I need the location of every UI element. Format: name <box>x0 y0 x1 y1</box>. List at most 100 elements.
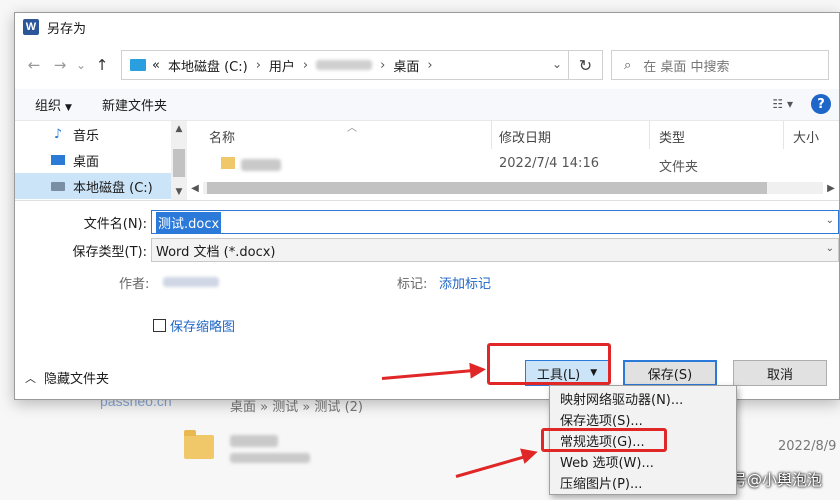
hide-folders-label: 隐藏文件夹 <box>44 372 110 387</box>
breadcrumb-separator-icon: › <box>427 57 433 73</box>
forward-arrow-icon[interactable]: → <box>47 52 73 78</box>
add-tags-link[interactable]: 添加标记 <box>439 273 491 292</box>
blurred-filename <box>241 159 281 171</box>
search-placeholder: 在 桌面 中搜索 <box>643 59 730 75</box>
row-type: 文件夹 <box>659 160 699 175</box>
column-divider <box>783 121 784 149</box>
annotation-arrow-icon <box>469 361 487 379</box>
save-thumbnail-label[interactable]: 保存缩略图 <box>170 316 235 335</box>
breadcrumb-separator-icon: › <box>255 57 261 73</box>
folder-icon <box>184 430 214 459</box>
background-date: 2022/8/9 <box>778 439 837 454</box>
dialog-title: 另存为 <box>47 21 87 37</box>
address-bar[interactable]: « 本地磁盘 (C:) › 用户 › › 桌面 › ⌄ <box>121 50 569 80</box>
scroll-down-icon[interactable]: ▼ <box>171 184 187 200</box>
menu-item-save-options[interactable]: 保存选项(S)... <box>550 409 736 430</box>
scroll-thumb[interactable] <box>207 182 767 194</box>
filetype-row: 保存类型(T): Word 文档 (*.docx) ⌄ <box>15 238 839 262</box>
new-folder-button[interactable]: 新建文件夹 <box>102 95 167 114</box>
address-dropdown-icon[interactable]: ⌄ <box>552 57 562 71</box>
organize-button[interactable]: 组织 ▼ <box>35 95 72 114</box>
save-thumbnail-checkbox[interactable]: 保存缩略图 <box>153 316 235 335</box>
save-as-dialog: W 另存为 ← → ⌄ ↑ « 本地磁盘 (C:) › 用户 › › 桌面 › … <box>14 12 840 400</box>
row-date: 2022/7/4 14:16 <box>499 156 599 171</box>
back-arrow-icon[interactable]: ← <box>21 52 47 78</box>
column-size[interactable]: 大小 <box>793 127 819 146</box>
scroll-thumb[interactable] <box>173 149 185 177</box>
folder-icon <box>221 157 235 169</box>
address-back-chevron[interactable]: « <box>152 58 160 73</box>
title-bar: W 另存为 <box>15 13 839 41</box>
tools-highlight-box <box>487 343 611 385</box>
menu-item-compress-pictures[interactable]: 压缩图片(P)... <box>550 472 736 493</box>
column-date[interactable]: 修改日期 <box>499 127 551 146</box>
background-row: 2022/8/9 <box>170 425 840 475</box>
table-row[interactable]: 2022/7/4 14:16 文件夹 <box>187 151 839 177</box>
column-divider <box>491 121 492 149</box>
command-bar: 组织 ▼ 新建文件夹 ☷ ▾ ? <box>15 89 839 121</box>
column-type[interactable]: 类型 <box>659 127 685 146</box>
chevron-up-icon: ︿ <box>25 371 36 385</box>
save-button[interactable]: 保存(S) <box>623 360 717 386</box>
refresh-icon[interactable]: ↻ <box>569 50 603 80</box>
music-note-icon: ♪ <box>53 126 63 142</box>
breadcrumb-users[interactable]: 用户 <box>269 56 295 75</box>
breadcrumb-separator-icon: › <box>302 57 309 73</box>
breadcrumb-drive[interactable]: 本地磁盘 (C:) <box>168 56 248 75</box>
chevron-down-icon[interactable]: ⌄ <box>826 243 834 254</box>
desktop-location-icon <box>130 59 146 71</box>
sort-ascending-icon: ︿ <box>347 123 357 134</box>
caret-down-icon: ▼ <box>65 103 72 113</box>
file-list: ︿ 名称 修改日期 类型 大小 2022/7/4 14:16 文件夹 ◀ ▶ <box>187 121 839 200</box>
navigation-bar: ← → ⌄ ↑ « 本地磁盘 (C:) › 用户 › › 桌面 › ⌄ ↻ ⌕ … <box>15 41 839 89</box>
general-options-highlight-box <box>541 428 667 452</box>
blurred-username <box>316 60 373 70</box>
filename-input[interactable]: 测试.docx ⌄ <box>151 210 839 234</box>
history-chevron-icon[interactable]: ⌄ <box>73 52 89 78</box>
hide-folders-toggle[interactable]: ︿ 隐藏文件夹 <box>25 368 110 388</box>
column-divider <box>649 121 650 149</box>
author-label: 作者: <box>119 277 150 292</box>
tree-item-label: 本地磁盘 (C:) <box>73 180 153 196</box>
blurred-filename <box>230 435 278 447</box>
column-header: ︿ 名称 修改日期 类型 大小 <box>187 121 839 149</box>
tree-item-label: 音乐 <box>73 128 100 144</box>
navigation-tree: ♪ 音乐 桌面 本地磁盘 (C:) <box>15 121 171 200</box>
cancel-button[interactable]: 取消 <box>733 360 827 386</box>
breadcrumb-separator-icon: › <box>380 57 386 73</box>
tree-item-local-disk[interactable]: 本地磁盘 (C:) <box>15 173 171 199</box>
desktop-icon <box>51 155 65 165</box>
horizontal-scrollbar[interactable]: ◀ ▶ <box>187 180 839 196</box>
menu-item-map-network-drive[interactable]: 映射网络驱动器(N)... <box>550 388 736 409</box>
scroll-left-icon[interactable]: ◀ <box>187 183 203 194</box>
scroll-track[interactable] <box>203 182 823 194</box>
menu-item-web-options[interactable]: Web 选项(W)... <box>550 451 736 472</box>
breadcrumb-desktop[interactable]: 桌面 <box>393 56 419 75</box>
drive-icon <box>51 181 65 191</box>
up-arrow-icon[interactable]: ↑ <box>89 52 115 78</box>
tree-item-music[interactable]: ♪ 音乐 <box>15 121 171 147</box>
organize-label: 组织 <box>35 99 62 114</box>
column-name[interactable]: 名称 <box>209 127 235 146</box>
filename-label: 文件名(N): <box>83 216 147 232</box>
blurred-author[interactable] <box>163 277 219 287</box>
tree-scrollbar[interactable]: ▲ ▼ <box>171 121 187 200</box>
search-icon: ⌕ <box>624 57 632 73</box>
view-options-icon[interactable]: ☷ ▾ <box>772 97 793 111</box>
tags-label: 标记: <box>397 277 428 292</box>
tree-item-desktop[interactable]: 桌面 <box>15 147 171 173</box>
tree-item-label: 桌面 <box>73 154 100 170</box>
help-icon[interactable]: ? <box>811 94 831 114</box>
scroll-up-icon[interactable]: ▲ <box>171 121 187 137</box>
file-browser: ♪ 音乐 桌面 本地磁盘 (C:) ▲ ▼ ︿ 名称 修改日期 类型 大小 20… <box>15 121 839 201</box>
chevron-down-icon[interactable]: ⌄ <box>826 215 834 226</box>
checkbox-box[interactable] <box>153 319 166 332</box>
blurred-filename <box>230 453 310 463</box>
filetype-label: 保存类型(T): <box>72 244 147 260</box>
filename-row: 文件名(N): 测试.docx ⌄ <box>15 210 839 234</box>
search-input[interactable]: ⌕ 在 桌面 中搜索 <box>611 50 829 80</box>
word-app-icon: W <box>23 19 39 35</box>
filetype-select[interactable]: Word 文档 (*.docx) ⌄ <box>151 238 839 262</box>
scroll-right-icon[interactable]: ▶ <box>823 183 839 194</box>
filetype-value: Word 文档 (*.docx) <box>156 244 276 260</box>
